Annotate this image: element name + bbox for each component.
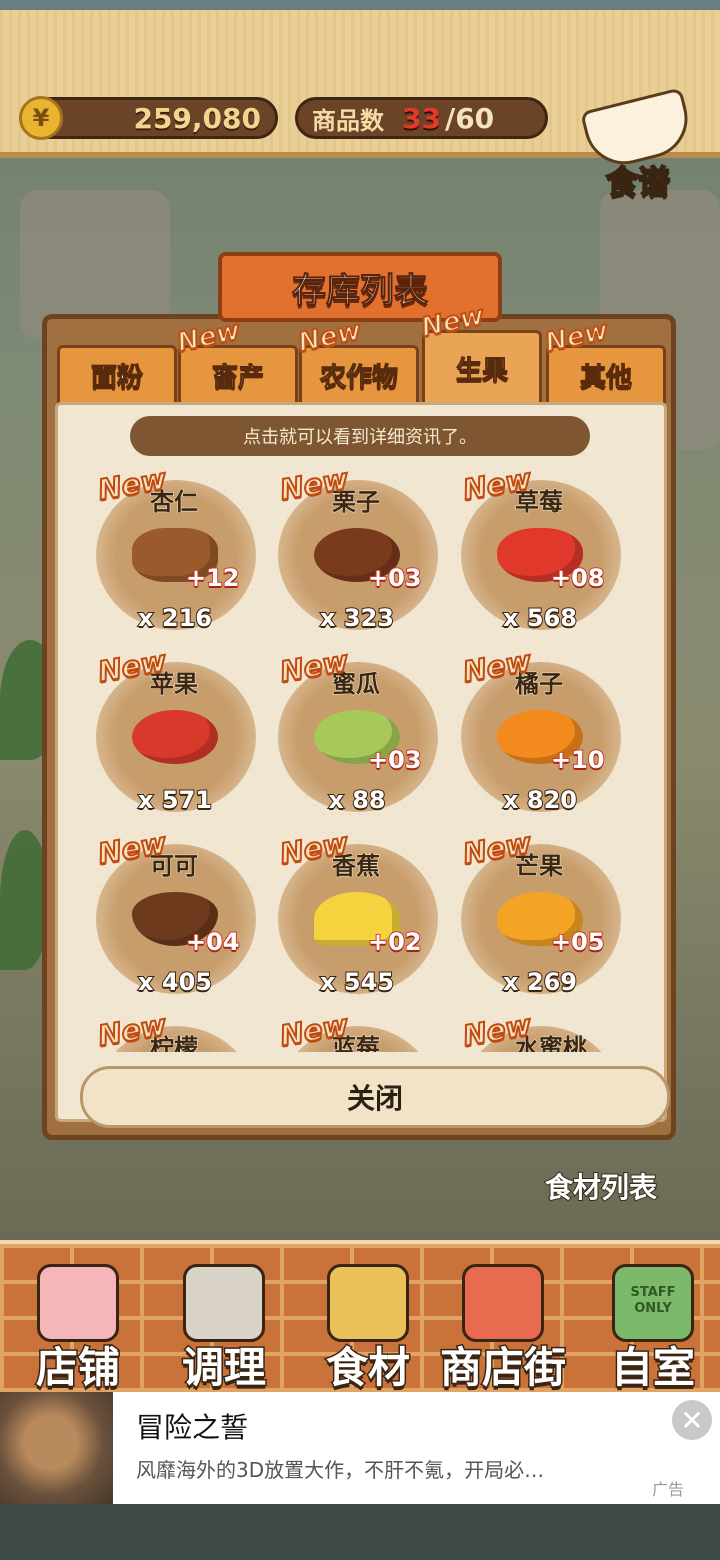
item-count: x 545 bbox=[319, 967, 395, 997]
tab-3[interactable]: 生果 New bbox=[418, 300, 542, 404]
inventory-item[interactable]: 蓝莓 New bbox=[272, 1007, 442, 1052]
nav-label: 食材 bbox=[324, 1342, 411, 1394]
inventory-item[interactable]: 苹果 New x 571 bbox=[90, 643, 260, 826]
inventory-item[interactable]: 可可 New +04 x 405 bbox=[90, 825, 260, 1008]
ad-thumbnail bbox=[0, 1392, 113, 1504]
tab-label: 面粉 bbox=[90, 363, 143, 394]
staff-only-text: STAFF ONLY bbox=[630, 1285, 676, 1316]
coin-amount: 259,080 bbox=[133, 101, 261, 135]
tab-label: 生果 bbox=[455, 356, 508, 387]
item-count: x 405 bbox=[137, 967, 213, 997]
nav-label: 店铺 bbox=[34, 1342, 121, 1394]
item-bonus: +02 bbox=[367, 927, 422, 957]
system-navigation-bar bbox=[0, 1504, 720, 1560]
coin-counter: ¥ 259,080 bbox=[19, 96, 278, 140]
inventory-item[interactable]: 蜜瓜 New +03 x 88 bbox=[272, 643, 442, 826]
storefront-icon bbox=[462, 1264, 544, 1342]
item-count: x 568 bbox=[502, 603, 578, 633]
ad-title: 冒险之誓 bbox=[136, 1411, 249, 1444]
tab-2[interactable]: 农作物 New bbox=[295, 315, 419, 403]
ad-banner[interactable]: 冒险之誓 风靡海外的3D放置大作，不肝不氪，开局必… ✕ 广告 bbox=[0, 1392, 720, 1504]
nav-mixing-bowl[interactable]: 调理 bbox=[154, 1254, 294, 1394]
close-button[interactable]: 关闭 bbox=[80, 1066, 670, 1128]
flour-sack-icon bbox=[327, 1264, 409, 1342]
cake-icon bbox=[37, 1264, 119, 1342]
nav-cake[interactable]: 店铺 bbox=[8, 1254, 148, 1394]
inventory-item[interactable]: 橘子 New +10 x 820 bbox=[455, 643, 625, 826]
item-bonus: +03 bbox=[367, 563, 422, 593]
inventory-grid: 杏仁 New +12 x 216 栗子 New +03 x 323 草莓 New +08 x 568 苹… bbox=[70, 470, 650, 1052]
nav-staff-only-sign[interactable]: STAFF ONLY 自室 bbox=[588, 1254, 718, 1394]
tab-0[interactable]: 面粉 bbox=[57, 345, 177, 403]
recipe-label: 食谱 bbox=[605, 162, 671, 202]
tab-1[interactable]: 畜产 New bbox=[174, 315, 298, 403]
inventory-item[interactable]: 水蜜桃 New bbox=[455, 1007, 625, 1052]
goods-counter: 商品数 33 /60 bbox=[295, 97, 548, 139]
ad-close-icon[interactable]: ✕ bbox=[672, 1400, 712, 1440]
apple-icon bbox=[132, 710, 218, 764]
tab-4[interactable]: 其他 New bbox=[542, 315, 666, 403]
hint-banner: 点击就可以看到详细资讯了。 bbox=[130, 416, 590, 456]
recipe-button[interactable]: 食谱 bbox=[578, 87, 696, 202]
inventory-item[interactable]: 杏仁 New +12 x 216 bbox=[90, 470, 260, 644]
item-count: x 216 bbox=[137, 603, 213, 633]
goods-current: 33 bbox=[402, 101, 441, 135]
item-bonus: +05 bbox=[550, 927, 605, 957]
ad-label: 广告 bbox=[652, 1480, 685, 1499]
item-bonus: +08 bbox=[550, 563, 605, 593]
inventory-item[interactable]: 柠檬 New bbox=[90, 1007, 260, 1052]
item-count: x 269 bbox=[502, 967, 578, 997]
item-count: x 571 bbox=[137, 785, 213, 815]
nav-label: 商店街 bbox=[438, 1342, 567, 1394]
inventory-item[interactable]: 栗子 New +03 x 323 bbox=[272, 470, 442, 644]
tab-label: 其他 bbox=[579, 363, 632, 394]
inventory-item[interactable]: 芒果 New +05 x 269 bbox=[455, 825, 625, 1008]
tab-label: 农作物 bbox=[319, 363, 398, 394]
nav-label: 自室 bbox=[609, 1342, 696, 1394]
tab-label: 畜产 bbox=[211, 363, 264, 394]
item-bonus: +10 bbox=[550, 745, 605, 775]
inventory-item[interactable]: 香蕉 New +02 x 545 bbox=[272, 825, 442, 1008]
mixing-bowl-icon bbox=[183, 1264, 265, 1342]
nav-flour-sack[interactable]: 食材 bbox=[298, 1254, 438, 1394]
goods-max: /60 bbox=[444, 101, 495, 135]
item-bonus: +12 bbox=[185, 563, 240, 593]
bottom-navigation: 店铺 调理 食材 商店街 STAFF ONLY 自室 bbox=[0, 1240, 720, 1394]
item-count: x 88 bbox=[327, 785, 386, 815]
yen-coin-icon: ¥ bbox=[19, 96, 63, 140]
nav-storefront[interactable]: 商店街 bbox=[428, 1254, 578, 1394]
staff-only-sign-icon: STAFF ONLY bbox=[612, 1264, 694, 1342]
item-bonus: +04 bbox=[185, 927, 240, 957]
item-bonus: +03 bbox=[367, 745, 422, 775]
inventory-item[interactable]: 草莓 New +08 x 568 bbox=[455, 470, 625, 644]
ingredient-list-button[interactable]: 食材列表 bbox=[544, 1166, 658, 1206]
item-count: x 820 bbox=[502, 785, 578, 815]
nav-label: 调理 bbox=[180, 1342, 267, 1394]
ad-description: 风靡海外的3D放置大作，不肝不氪，开局必… bbox=[136, 1458, 545, 1482]
goods-label: 商品数 bbox=[312, 106, 384, 135]
item-count: x 323 bbox=[319, 603, 395, 633]
